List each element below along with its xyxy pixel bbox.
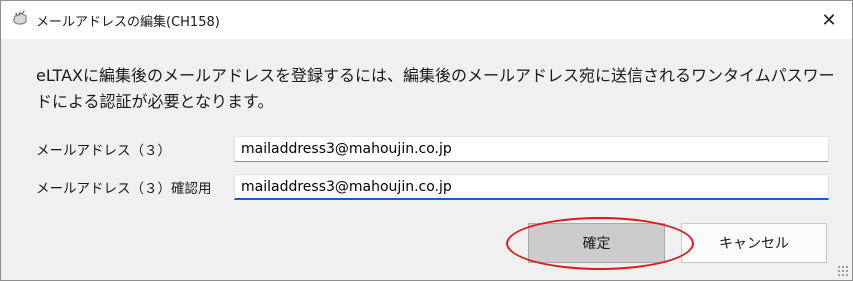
email-confirm-label: メールアドレス（３）確認用 xyxy=(36,181,212,197)
resize-grip-icon[interactable] xyxy=(837,265,849,277)
close-button[interactable]: ✕ xyxy=(806,1,852,39)
dialog-window: メールアドレスの編集(CH158) ✕ eLTAXに編集後のメールアドレスを登録… xyxy=(0,0,853,281)
app-icon xyxy=(10,10,30,28)
title-bar: メールアドレスの編集(CH158) ✕ xyxy=(1,1,852,39)
email-label: メールアドレス（３） xyxy=(36,143,171,159)
cancel-button[interactable]: キャンセル xyxy=(681,223,827,263)
instruction-message: eLTAXに編集後のメールアドレスを登録するには、編集後のメールアドレス宛に送信… xyxy=(36,66,835,111)
email-confirm-field[interactable] xyxy=(234,174,829,200)
window-title: メールアドレスの編集(CH158) xyxy=(36,15,220,30)
confirm-button[interactable]: 確定 xyxy=(528,223,665,263)
email-field[interactable] xyxy=(234,136,829,162)
close-icon: ✕ xyxy=(821,9,837,31)
